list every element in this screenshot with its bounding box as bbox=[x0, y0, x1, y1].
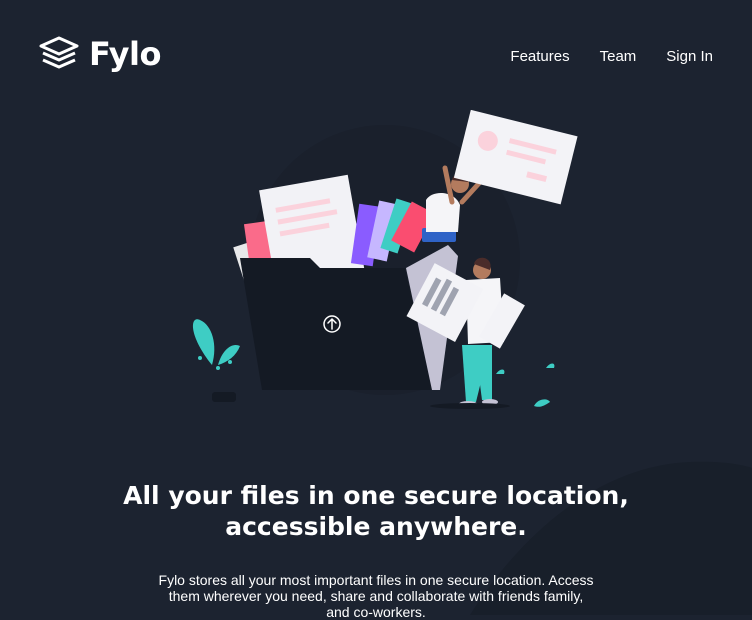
hero-description: Fylo stores all your most important file… bbox=[158, 572, 594, 620]
brand-name: Fylo bbox=[89, 35, 161, 73]
nav-link-team[interactable]: Team bbox=[600, 47, 637, 67]
hero-illustration bbox=[192, 110, 578, 409]
nav-link-sign-in[interactable]: Sign In bbox=[666, 47, 713, 67]
nav-link-features[interactable]: Features bbox=[510, 47, 569, 67]
main-nav: Features Team Sign In bbox=[510, 47, 713, 67]
stacked-layers-icon bbox=[39, 36, 79, 69]
hero-title-line-2: accessible anywhere. bbox=[225, 512, 527, 541]
site-header: Fylo Features Team Sign In bbox=[0, 0, 752, 110]
hero-title: All your files in one secure location, a… bbox=[76, 480, 676, 542]
hero-title-line-1: All your files in one secure location, bbox=[123, 481, 629, 510]
brand-logo[interactable]: Fylo bbox=[39, 36, 161, 72]
